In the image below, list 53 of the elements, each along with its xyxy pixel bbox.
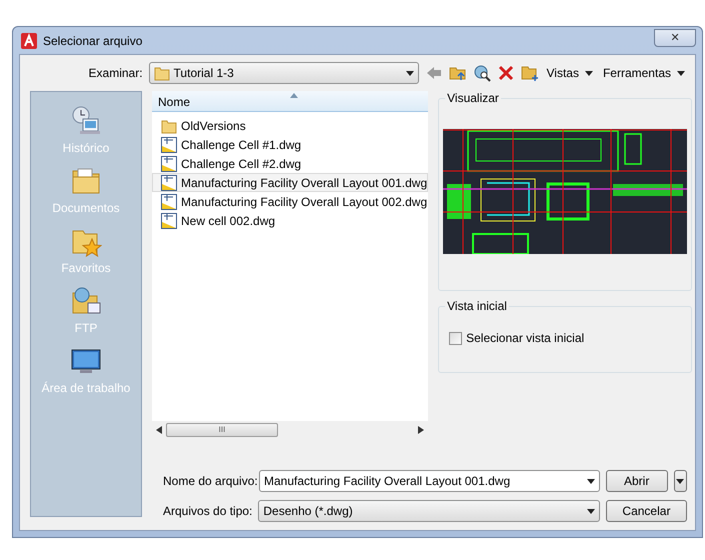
drawing-file-icon (161, 212, 177, 228)
caret-icon (677, 70, 685, 76)
file-name-field[interactable]: Manufacturing Facility Overall Layout 001.dwg (259, 470, 600, 492)
group-title: Vista inicial (446, 299, 508, 313)
column-header[interactable]: Nome (152, 91, 428, 112)
open-options-button[interactable] (674, 470, 687, 492)
toolbar-menu[interactable]: Ferramentas (600, 66, 687, 80)
cancel-button[interactable]: Cancelar (606, 500, 687, 522)
toolbar-menu[interactable]: Vistas (544, 66, 595, 80)
scroll-right-icon[interactable] (418, 426, 424, 434)
open-button[interactable]: Abrir (606, 470, 668, 492)
app-logo-icon (21, 32, 37, 48)
look-in-dropdown[interactable]: Tutorial 1-3 (148, 62, 418, 84)
caret-icon (676, 478, 684, 484)
file-row[interactable]: OldVersions (152, 116, 428, 135)
file-name: Challenge Cell #1.dwg (181, 138, 302, 152)
file-row[interactable]: Challenge Cell #2.dwg (152, 154, 428, 173)
file-row[interactable]: Challenge Cell #1.dwg (152, 135, 428, 154)
drawing-file-icon (161, 156, 177, 172)
caret-icon (586, 508, 595, 514)
drawing-file-icon (161, 194, 177, 210)
scroll-left-icon[interactable] (156, 426, 162, 434)
drawing-file-icon (161, 136, 177, 152)
folder-icon (161, 118, 177, 134)
checkbox[interactable] (449, 332, 462, 344)
delete-icon[interactable] (496, 64, 514, 82)
search-globe-icon[interactable] (472, 64, 490, 82)
scroll-thumb[interactable]: III (166, 422, 278, 436)
caret-icon (406, 70, 414, 76)
file-row[interactable]: Manufacturing Facility Overall Layout 002.dwg (152, 192, 428, 211)
drawing-file-icon (161, 174, 177, 190)
file-row[interactable]: New cell 002.dwg (152, 211, 428, 230)
horizontal-scrollbar[interactable]: III (152, 421, 428, 438)
back-arrow-icon[interactable] (424, 64, 442, 82)
close-button[interactable]: ✕ (654, 28, 696, 46)
file-name: Manufacturing Facility Overall Layout 001.dwg (181, 176, 428, 190)
group-title: Visualizar (446, 91, 500, 105)
file-type-label: Arquivos do tipo: (163, 504, 252, 518)
file-name: Manufacturing Facility Overall Layout 002.dwg (181, 194, 428, 208)
folder-icon (154, 65, 170, 81)
file-name: New cell 002.dwg (181, 214, 276, 228)
file-name: OldVersions (181, 118, 246, 132)
window-title: Selecionar arquivo (43, 34, 144, 48)
look-in-label: Examinar: (88, 66, 143, 80)
file-row[interactable]: Manufacturing Facility Overall Layout 001.dwg (152, 173, 428, 192)
caret-icon (586, 478, 595, 484)
clock-computer-icon (70, 105, 102, 137)
checkbox-label: Selecionar vista inicial (466, 331, 584, 345)
sort-arrow-icon (290, 93, 298, 98)
caret-icon (584, 70, 593, 76)
file-type-dropdown[interactable]: Desenho (*.dwg) (258, 500, 600, 522)
file-name: Challenge Cell #2.dwg (181, 156, 302, 170)
new-folder-icon[interactable] (520, 64, 538, 82)
